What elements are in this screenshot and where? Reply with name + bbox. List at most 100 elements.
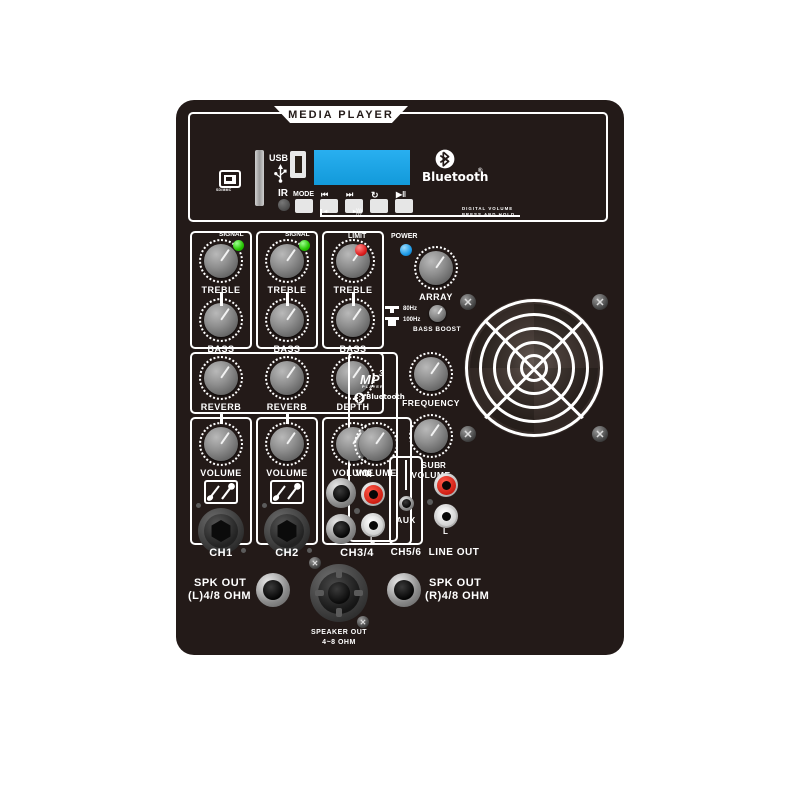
channel-label-lineout: LINE OUT [428,547,480,558]
digital-volume-hint-line1: DIGITAL VOLUME [462,206,514,211]
bluetooth-icon [435,149,455,169]
bass-knob-ch3[interactable] [336,303,370,337]
signal-led-ch2 [299,240,310,251]
volume-label-ch1: VOLUME [200,468,242,478]
limit-label: LIMIT [348,233,367,240]
aux-label: AUX [396,515,416,525]
treble-knob-ch2[interactable] [270,244,304,278]
aux-connector-line [405,460,407,490]
bluetooth-registered-mark: ® [478,168,483,174]
limit-led [355,244,367,256]
spk-out-left-line1: SPK OUT [194,577,247,589]
rca-jack-l-ch34[interactable] [361,513,385,537]
amplifier-panel-scene: MEDIA PLAYER SD/MMC USB Bluetooth ® IR M… [0,0,800,800]
bass-boost-option-80hz: 80Hz [403,306,418,312]
guitar-mic-icon-ch1 [204,480,238,504]
rca-jack-l-lineout[interactable] [434,504,458,528]
play-pause-button-glyph: ▶‖ [396,190,407,199]
power-label: POWER [391,233,418,240]
mp3-badge-bluetooth: Bluetooth [366,393,405,401]
rca-label-l-lineout: L [443,527,449,536]
screw-lineout [427,499,433,505]
spk-out-right-line2: (R)4/8 OHM [425,590,490,602]
screw-ch2-br [307,548,312,553]
fan-screw-tr: ✕ [592,294,608,310]
screw-ch1-tl [196,503,201,508]
sd-card-label: SD/MMC [216,188,232,192]
usb-label: USB [269,153,289,163]
reverb-label-2: REVERB [266,402,308,412]
sub-volume-knob[interactable] [414,419,448,453]
signal-led-ch1 [233,240,244,251]
screw-ch34 [354,508,360,514]
spk-out-right-line1: SPK OUT [429,577,482,589]
reverb-label-1: REVERB [200,402,242,412]
volume-knob-ch1[interactable] [204,427,238,461]
speakon-notch-right [354,590,363,596]
trs-jack-ch4[interactable] [326,514,356,544]
volume-rail-left-tick [320,209,322,217]
aux-jack-ch56[interactable] [399,496,414,511]
signal-label-ch1: SIGNAL [219,231,244,238]
eq-connector-2 [286,292,289,306]
channel-label-ch34: CH3/4 [340,547,374,559]
volume-up-glyph: ▸))) [353,209,363,215]
amplifier-rear-panel: MEDIA PLAYER SD/MMC USB Bluetooth ® IR M… [176,100,624,655]
cooling-fan-grille [464,298,604,438]
speakon-screw-top: ✕ [309,557,321,569]
screw-ch1-br [241,548,246,553]
array-knob[interactable] [419,251,453,285]
rca-jack-r-lineout[interactable] [434,473,458,497]
speakon-notch-top [336,569,342,578]
bass-boost-label: BASS BOOST [413,326,461,333]
mode-button[interactable] [295,199,313,213]
usb-icon [274,164,287,183]
mode-button-label: MODE [293,191,314,198]
bass-boost-switch-icon [385,306,399,326]
bass-knob-ch2[interactable] [270,303,304,337]
signal-label-ch2: SIGNAL [285,231,310,238]
bass-knob-ch1[interactable] [204,303,238,337]
spk-out-jack-right[interactable] [387,573,421,607]
guitar-mic-icon-ch2 [270,480,304,504]
fan-screw-tl: ✕ [460,294,476,310]
array-label: ARRAY [419,292,453,302]
media-player-module: MEDIA PLAYER SD/MMC USB Bluetooth ® IR M… [188,106,608,222]
volume-knob-ch2[interactable] [270,427,304,461]
line-out-strip [426,456,484,545]
mp3-badge-superscript: 3 [379,369,384,378]
frequency-label: FREQUENCY [402,398,460,408]
frequency-knob[interactable] [414,357,448,391]
rca-jack-r-ch34[interactable] [361,482,385,506]
mp3-badge-mark: ® [395,392,399,397]
bass-boost-switch[interactable] [429,305,446,322]
treble-knob-ch1[interactable] [204,244,238,278]
usb-port[interactable] [290,151,306,178]
volume-label-ch2: VOLUME [266,468,308,478]
channel-label-ch2: CH2 [275,547,299,559]
speaker-out-center-line2: 4~8 OHM [322,639,356,646]
bass-boost-option-100hz: 100Hz [403,317,421,323]
reverb-knob-ch1[interactable] [204,361,238,395]
spk-out-jack-left[interactable] [256,573,290,607]
fan-screw-bl: ✕ [460,426,476,442]
speakon-jack-center[interactable] [310,564,368,622]
sd-card-slot[interactable] [255,150,264,206]
sd-card-icon [219,170,241,188]
media-player-title: MEDIA PLAYER [274,106,408,123]
bluetooth-small-icon [354,392,365,404]
play-pause-button[interactable] [395,199,413,213]
rca-label-r-ch34: R [366,470,373,479]
ir-receiver [278,199,290,211]
speakon-notch-left [315,590,324,596]
speakon-screw-bottom: ✕ [357,616,369,628]
reverb-knob-ch2[interactable] [270,361,304,395]
trs-jack-ch3[interactable] [326,478,356,508]
rca-label-l-ch34: L [370,536,376,545]
repeat-button[interactable] [370,199,388,213]
digital-volume-hint-line2: PRESS AND HOLD [462,212,516,217]
lcd-display [314,150,410,185]
ir-label: IR [278,188,288,199]
channel-label-ch56: CH5/6 [390,547,422,558]
volume-knob-ch56[interactable] [359,427,393,461]
